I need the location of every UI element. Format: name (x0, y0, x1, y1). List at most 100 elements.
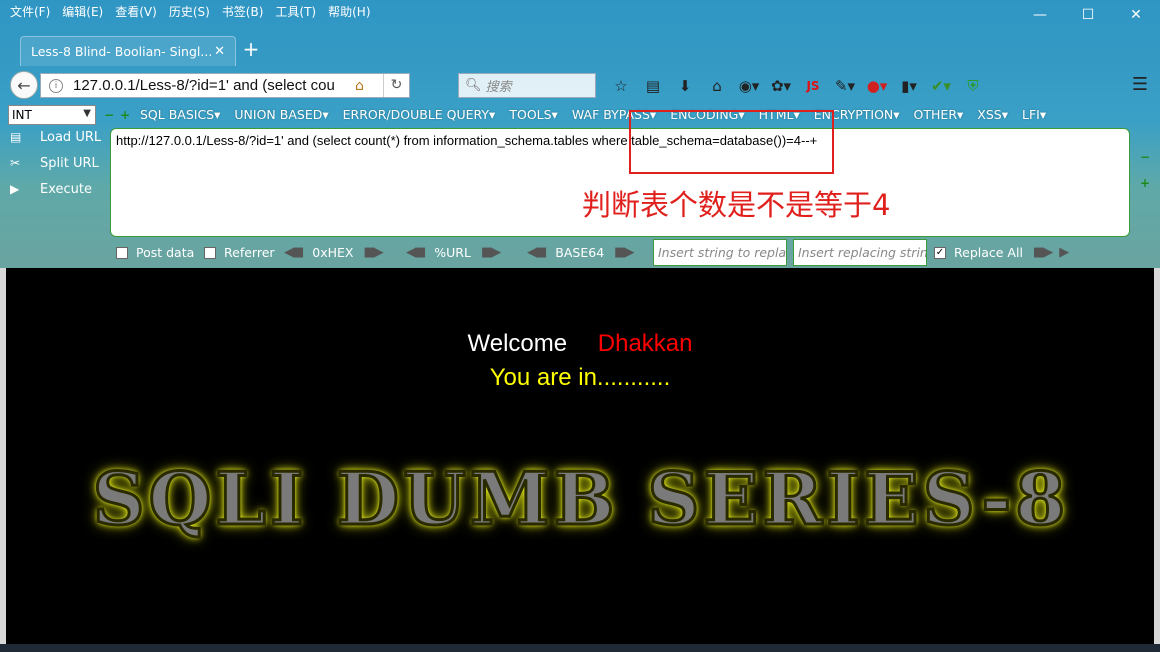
split-url-button[interactable]: ✂ Split URL (10, 154, 101, 172)
tab-active[interactable]: Less-8 Blind- Boolian- Singl... ✕ (20, 36, 236, 66)
post-data-label: Post data (136, 245, 195, 260)
annotation-text: 判断表个数是不是等于4 (582, 188, 891, 222)
referrer-option[interactable]: Referrer (204, 245, 275, 260)
type-select[interactable]: INT ▼ (8, 105, 96, 125)
load-url-button[interactable]: ▤ Load URL (10, 128, 101, 146)
base64-label: BASE64 (555, 245, 605, 260)
url-enc-label: %URL (434, 245, 471, 260)
tab-strip: Less-8 Blind- Boolian- Singl... ✕ + (0, 34, 1160, 66)
chevron-down-icon: ▼ (83, 108, 91, 119)
search-icon: 🔍︎ (465, 78, 482, 93)
tab-close-icon[interactable]: ✕ (214, 44, 225, 59)
menu-file[interactable]: 文件(F) (0, 3, 56, 20)
menu-bookmarks[interactable]: 书签(B) (216, 3, 270, 20)
home-icon[interactable]: ⌂ (355, 78, 373, 94)
back-arrow-icon[interactable]: ← (10, 71, 38, 99)
menu-other[interactable]: OTHER▾ (914, 107, 964, 122)
textarea-resize-controls[interactable]: − + (1140, 150, 1150, 190)
page-content: Welcome Dhakkan You are in........... SQ… (6, 268, 1154, 644)
js-icon[interactable]: JS (797, 74, 829, 98)
globe-icon[interactable]: ◉▾ (733, 74, 765, 98)
navigation-toolbar: ← i 127.0.0.1/Less-8/?id=1' and (select … (0, 66, 1160, 102)
menu-error-double-query[interactable]: ERROR/DOUBLE QUERY▾ (343, 107, 496, 122)
download-icon[interactable]: ⬇ (669, 74, 701, 98)
base64-encoder[interactable]: ◀■ BASE64 ■▶ (527, 245, 634, 260)
tab-title: Less-8 Blind- Boolian- Singl... (31, 44, 213, 59)
menu-xss[interactable]: XSS▾ (977, 107, 1008, 122)
browser-chrome: 文件(F) 编辑(E) 查看(V) 历史(S) 书签(B) 工具(T) 帮助(H… (0, 0, 1160, 268)
arrow-right-icon[interactable]: ■▶ (364, 245, 384, 260)
arrow-right-icon[interactable]: ■▶ (1033, 245, 1053, 260)
type-select-value: INT (12, 108, 32, 122)
status-text: You are in........... (489, 364, 671, 391)
new-tab-icon[interactable]: + (240, 38, 262, 60)
arrow-right-icon[interactable]: ■▶ (481, 245, 501, 260)
palette-icon[interactable]: ✿▾ (765, 74, 797, 98)
split-icon: ✂ (10, 156, 21, 170)
arrow-right-icon[interactable]: ▶ (1059, 245, 1069, 260)
arrow-left-icon[interactable]: ◀■ (527, 245, 547, 260)
window-controls: — ☐ ✕ (1016, 0, 1160, 30)
menu-view[interactable]: 查看(V) (109, 3, 163, 20)
taskbar (0, 644, 1160, 652)
menu-lfi[interactable]: LFI▾ (1022, 107, 1046, 122)
wrench-icon[interactable]: ✎▾ (829, 74, 861, 98)
home-icon[interactable]: ⌂ (701, 74, 733, 98)
menu-sql-basics[interactable]: SQL BASICS▾ (140, 107, 220, 122)
execute-label: Execute (40, 181, 92, 197)
welcome-text: Welcome (467, 330, 568, 357)
clipboard-icon[interactable]: ▤ (637, 74, 669, 98)
reload-icon[interactable]: ↻ (383, 74, 409, 97)
replace-string-input[interactable]: Insert string to replace (653, 239, 787, 266)
menu-bar: 文件(F) 编辑(E) 查看(V) 历史(S) 书签(B) 工具(T) 帮助(H… (0, 0, 1160, 22)
hackbar-menu: INT ▼ −+ SQL BASICS▾ UNION BASED▾ ERROR/… (0, 104, 1160, 126)
minus-icon[interactable]: − (1140, 150, 1150, 164)
extension-icon[interactable]: ✔▾ (925, 74, 957, 98)
replace-all-label: Replace All (954, 245, 1023, 260)
url-encoder[interactable]: ◀■ %URL ■▶ (406, 245, 501, 260)
url-text[interactable]: 127.0.0.1/Less-8/?id=1' and (select cou (73, 77, 355, 94)
hex-encoder[interactable]: ◀■ 0xHEX ■▶ (284, 245, 384, 260)
menu-union-based[interactable]: UNION BASED▾ (234, 107, 328, 122)
post-data-checkbox[interactable] (116, 246, 128, 259)
replacing-string-input[interactable]: Insert replacing string (793, 239, 927, 266)
menu-history[interactable]: 历史(S) (163, 3, 216, 20)
load-icon: ▤ (10, 130, 22, 144)
user-name: Dhakkan (597, 330, 693, 357)
menu-tools[interactable]: TOOLS▾ (509, 107, 558, 122)
stop-icon[interactable]: ●▾ (861, 74, 893, 98)
replace-all-option[interactable]: ✓ Replace All ■▶ ▶ (934, 245, 1069, 260)
search-input[interactable]: 🔍︎ 搜索 (458, 73, 596, 98)
url-bar[interactable]: i 127.0.0.1/Less-8/?id=1' and (select co… (40, 73, 410, 98)
menu-help[interactable]: 帮助(H) (322, 3, 376, 20)
close-icon[interactable]: ✕ (1112, 0, 1160, 30)
arrow-left-icon[interactable]: ◀■ (406, 245, 426, 260)
post-data-option[interactable]: Post data (116, 245, 194, 260)
hackbar-actions: ▤ Load URL ✂ Split URL ▶ Execute (10, 128, 101, 198)
hex-label: 0xHEX (312, 245, 354, 260)
arrow-left-icon[interactable]: ◀■ (284, 245, 304, 260)
star-icon[interactable]: ☆ (605, 74, 637, 98)
shield-icon[interactable]: ⛨ (957, 74, 989, 98)
execute-button[interactable]: ▶ Execute (10, 180, 101, 198)
minimize-icon[interactable]: — (1016, 0, 1064, 30)
toolbar-icons: ☆ ▤ ⬇ ⌂ ◉▾ ✿▾ JS ✎▾ ●▾ ▮▾ ✔▾ ⛨ (605, 74, 989, 98)
annotation-highlight-box (629, 110, 834, 174)
play-icon: ▶ (10, 182, 20, 196)
info-icon[interactable]: i (49, 78, 63, 93)
window-right-edge (1154, 268, 1160, 644)
hackbar-options: Post data Referrer ◀■ 0xHEX ■▶ ◀■ %URL ■… (0, 240, 1160, 266)
arrow-right-icon[interactable]: ■▶ (614, 245, 634, 260)
plus-icon[interactable]: + (1140, 176, 1150, 190)
menu-edit[interactable]: 编辑(E) (56, 3, 109, 20)
zoom-plus-minus[interactable]: −+ (104, 108, 136, 122)
referrer-checkbox[interactable] (204, 246, 216, 259)
load-url-label: Load URL (40, 129, 102, 145)
menu-tools[interactable]: 工具(T) (269, 3, 322, 20)
hamburger-menu-icon[interactable]: ☰ (1132, 74, 1148, 95)
referrer-label: Referrer (224, 245, 275, 260)
cookie-icon[interactable]: ▮▾ (893, 74, 925, 98)
search-placeholder: 搜索 (485, 80, 512, 95)
maximize-icon[interactable]: ☐ (1064, 0, 1112, 30)
replace-all-checkbox[interactable]: ✓ (934, 246, 946, 259)
